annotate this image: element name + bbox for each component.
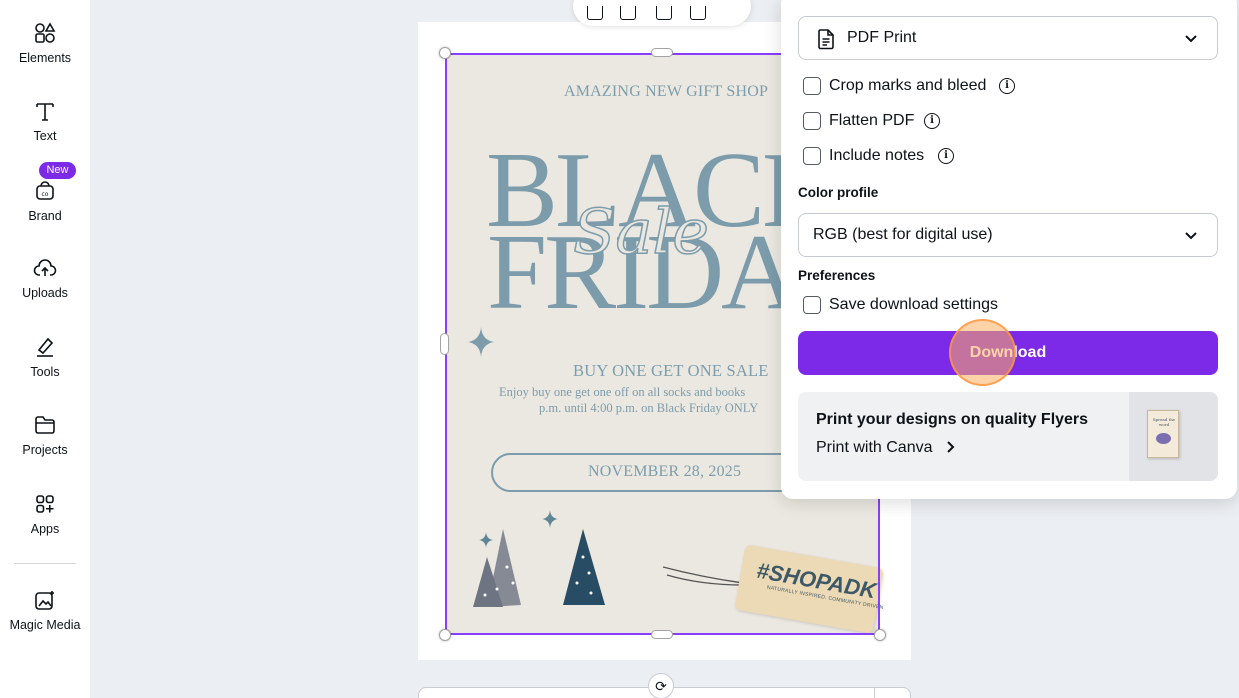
flyer-thumbnail: Spread the word bbox=[1129, 392, 1218, 481]
flyer-mini-text: Spread the word bbox=[1152, 417, 1176, 427]
sidebar-item-projects[interactable]: Projects bbox=[0, 414, 90, 457]
print-link-label: Print with Canva bbox=[816, 439, 933, 456]
text-icon bbox=[36, 103, 54, 121]
tree-illustration bbox=[563, 529, 605, 605]
sidebar-item-label: Uploads bbox=[22, 286, 68, 300]
info-icon[interactable]: i bbox=[938, 148, 954, 164]
resize-handle-top[interactable] bbox=[651, 48, 673, 57]
sparkle-icon bbox=[542, 510, 558, 528]
crop-marks-label: Crop marks and bleed bbox=[829, 77, 987, 94]
flyer-mini-preview: Spread the word bbox=[1147, 410, 1179, 458]
sidebar-item-label: Elements bbox=[18, 51, 72, 65]
sidebar-item-uploads[interactable]: Uploads bbox=[0, 257, 90, 300]
notes-bar-divider bbox=[874, 688, 875, 698]
info-icon[interactable]: i bbox=[924, 113, 940, 129]
print-card-title: Print your designs on quality Flyers bbox=[816, 411, 1089, 428]
sidebar-item-tools[interactable]: Tools bbox=[0, 336, 90, 379]
upload-cloud-icon bbox=[33, 259, 57, 276]
svg-text:co: co bbox=[42, 191, 49, 198]
design-body-line-2[interactable]: p.m. until 4:00 p.m. on Black Friday ONL… bbox=[539, 400, 758, 417]
sidebar-divider bbox=[14, 563, 76, 564]
include-notes-checkbox[interactable] bbox=[803, 147, 821, 165]
apps-grid-icon bbox=[36, 495, 54, 513]
left-sidebar: Elements Text New co Brand Uploads Tools… bbox=[0, 0, 90, 698]
design-script-sale[interactable]: Sale bbox=[572, 194, 709, 269]
sidebar-item-label: Magic Media bbox=[9, 618, 81, 632]
floating-toolbar bbox=[573, 0, 751, 26]
print-promo-card[interactable]: Print your designs on quality Flyers Pri… bbox=[798, 392, 1218, 481]
sidebar-item-brand[interactable]: co Brand bbox=[0, 180, 90, 223]
comment-icon[interactable] bbox=[587, 6, 603, 20]
lock-icon[interactable] bbox=[620, 6, 636, 20]
include-notes-label: Include notes bbox=[829, 147, 925, 164]
chevron-down-icon bbox=[1185, 232, 1197, 240]
folder-icon bbox=[35, 416, 55, 434]
rotate-button[interactable]: ⟳ bbox=[648, 673, 674, 698]
color-profile-label: Color profile bbox=[798, 185, 879, 200]
file-type-select[interactable]: PDF Print bbox=[798, 16, 1218, 60]
sidebar-item-text[interactable]: Text bbox=[0, 100, 90, 143]
flatten-pdf-checkbox[interactable] bbox=[803, 112, 821, 130]
print-with-canva-link[interactable]: Print with Canva bbox=[816, 439, 955, 457]
flatten-pdf-label: Flatten PDF bbox=[829, 112, 915, 129]
brand-icon: co bbox=[36, 181, 54, 200]
preferences-label: Preferences bbox=[798, 268, 876, 283]
save-settings-checkbox[interactable] bbox=[803, 296, 821, 314]
magic-media-icon bbox=[35, 591, 54, 610]
tree-illustration bbox=[473, 529, 521, 607]
pen-tool-icon bbox=[37, 337, 54, 357]
delete-icon[interactable] bbox=[690, 6, 706, 20]
flyer-mini-graphic bbox=[1156, 433, 1171, 444]
resize-handle-bottom-left[interactable] bbox=[439, 629, 451, 641]
elements-icon bbox=[35, 22, 56, 43]
duplicate-icon[interactable] bbox=[656, 6, 672, 20]
color-profile-value: RGB (best for digital use) bbox=[813, 226, 993, 243]
file-doc-icon bbox=[818, 29, 834, 50]
resize-handle-bottom[interactable] bbox=[651, 630, 673, 639]
download-button[interactable]: Download bbox=[798, 331, 1218, 375]
rotate-icon: ⟳ bbox=[655, 678, 667, 694]
design-date[interactable]: NOVEMBER 28, 2025 bbox=[588, 463, 741, 481]
resize-handle-bottom-right[interactable] bbox=[874, 629, 886, 641]
sidebar-item-elements[interactable]: Elements bbox=[0, 22, 90, 65]
sidebar-item-label: Text bbox=[33, 129, 57, 143]
chevron-right-icon bbox=[947, 441, 955, 453]
sidebar-item-label: Brand bbox=[28, 209, 62, 223]
save-settings-label: Save download settings bbox=[829, 296, 998, 313]
design-body-line-1[interactable]: Enjoy buy one get one off on all socks a… bbox=[499, 384, 745, 401]
color-profile-select[interactable]: RGB (best for digital use) bbox=[798, 213, 1218, 257]
resize-handle-left[interactable] bbox=[440, 333, 449, 355]
resize-handle-top-left[interactable] bbox=[439, 47, 451, 59]
chevron-down-icon bbox=[1185, 35, 1197, 43]
design-offer[interactable]: BUY ONE GET ONE SALE bbox=[573, 361, 769, 381]
sidebar-item-label: Projects bbox=[22, 443, 68, 457]
sidebar-item-magic-media[interactable]: Magic Media bbox=[0, 589, 90, 632]
sidebar-item-label: Tools bbox=[30, 365, 60, 379]
tag-string bbox=[662, 566, 744, 586]
sidebar-item-apps[interactable]: Apps bbox=[0, 493, 90, 536]
sidebar-item-label: Apps bbox=[30, 522, 60, 536]
crop-marks-checkbox[interactable] bbox=[803, 77, 821, 95]
info-icon[interactable]: i bbox=[999, 78, 1015, 94]
file-type-value: PDF Print bbox=[847, 29, 917, 46]
new-badge: New bbox=[39, 162, 76, 179]
design-shop-line[interactable]: AMAZING NEW GIFT SHOP bbox=[564, 83, 768, 101]
